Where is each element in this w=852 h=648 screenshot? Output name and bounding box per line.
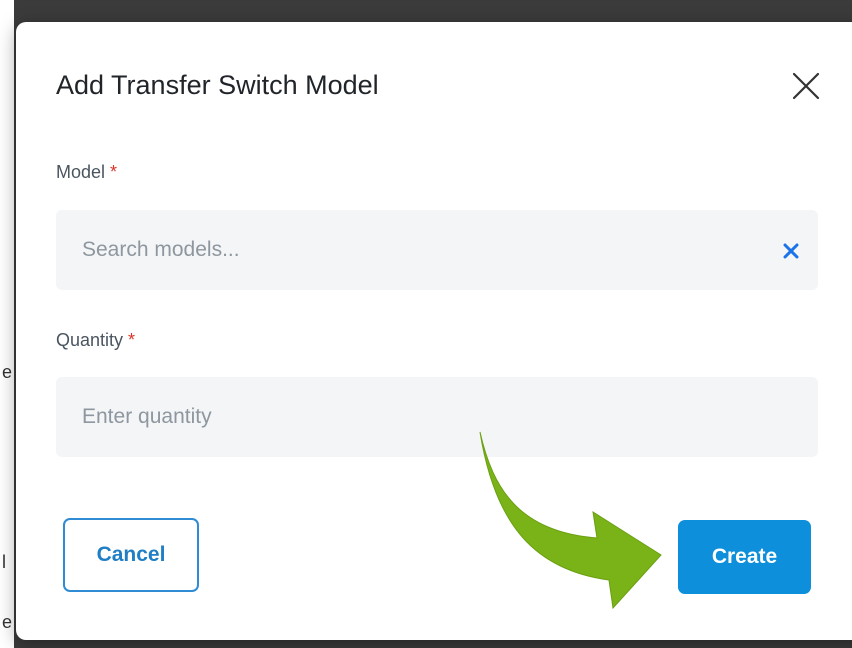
model-search-placeholder: Search models...: [82, 238, 240, 261]
quantity-field-label: Quantity *: [56, 330, 135, 351]
model-field-label: Model *: [56, 162, 117, 183]
create-button[interactable]: Create: [678, 520, 811, 594]
required-asterisk: *: [110, 162, 118, 182]
background-text-fragment: e: [2, 612, 13, 632]
background-text-fragment: l: [2, 552, 6, 572]
background-page-edge: e l e: [0, 0, 14, 648]
background-text-fragment: e: [2, 362, 13, 382]
quantity-placeholder: Enter quantity: [82, 405, 212, 428]
required-asterisk: *: [128, 330, 136, 350]
dialog-title: Add Transfer Switch Model: [56, 70, 379, 100]
quantity-input[interactable]: Enter quantity: [56, 377, 818, 457]
cancel-button[interactable]: Cancel: [63, 518, 199, 592]
quantity-label-text: Quantity: [56, 330, 124, 350]
close-icon[interactable]: [786, 66, 826, 106]
clear-x-icon[interactable]: [782, 242, 800, 260]
add-transfer-switch-model-dialog: Add Transfer Switch Model Model * Search …: [16, 22, 852, 640]
model-search-input[interactable]: Search models...: [56, 210, 818, 290]
model-label-text: Model: [56, 162, 106, 182]
